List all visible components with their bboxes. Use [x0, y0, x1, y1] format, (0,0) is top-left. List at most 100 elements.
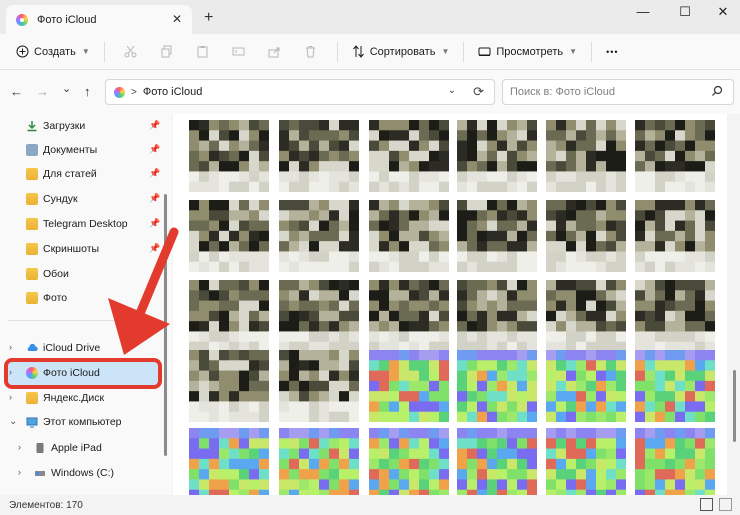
photo-thumbnail[interactable] — [635, 350, 716, 423]
computer-icon — [26, 417, 38, 428]
sidebar-item-for-articles[interactable]: Для статей — [26, 162, 191, 186]
photo-thumbnail[interactable] — [279, 350, 360, 423]
toolbar-divider — [591, 41, 593, 62]
sidebar-item-documents[interactable]: Документы — [26, 138, 191, 162]
folder-icon — [26, 193, 38, 205]
minimize-button[interactable]: — — [628, 4, 658, 19]
new-tab-button[interactable]: + — [204, 9, 213, 27]
photo-thumbnail[interactable] — [369, 200, 450, 273]
photo-thumbnail[interactable] — [189, 280, 270, 353]
sidebar-item-label: Сундук — [43, 193, 78, 205]
photo-thumbnail[interactable] — [635, 120, 716, 193]
drive-icon — [35, 471, 45, 476]
sort-label: Сортировать — [369, 45, 436, 58]
photo-thumbnail[interactable] — [546, 120, 627, 193]
content-scrollbar[interactable] — [733, 370, 736, 442]
tab-close-button[interactable]: ✕ — [172, 12, 182, 26]
sidebar-item-label: iCloud Drive — [43, 342, 101, 354]
photo-thumbnail[interactable] — [369, 120, 450, 193]
photo-thumbnail[interactable] — [369, 280, 450, 353]
share-button[interactable] — [257, 38, 293, 66]
photo-thumbnail[interactable] — [635, 200, 716, 273]
details-view-button[interactable] — [700, 498, 713, 511]
copy-button[interactable] — [149, 38, 185, 66]
toolbar-divider — [103, 41, 105, 62]
photo-thumbnail[interactable] — [546, 428, 627, 495]
sidebar-item-label: Фото — [43, 292, 68, 304]
create-button[interactable]: Создать ▼ — [10, 38, 96, 66]
collapse-chevron-icon[interactable]: ⌄ — [9, 416, 17, 427]
plus-circle-icon — [16, 45, 29, 58]
photo-thumbnail[interactable] — [635, 280, 716, 353]
pin-icon[interactable]: 📌 — [149, 169, 160, 178]
items-count: Элементов: 170 — [9, 499, 83, 511]
rename-button[interactable] — [221, 38, 257, 66]
yandex-disk-icon — [26, 392, 38, 404]
breadcrumb-separator: > — [131, 86, 137, 98]
forward-button[interactable]: → — [36, 84, 49, 99]
photo-thumbnail[interactable] — [189, 200, 270, 273]
download-icon — [27, 121, 37, 132]
view-icon — [478, 47, 491, 56]
cut-button[interactable] — [113, 38, 149, 66]
photo-thumbnail[interactable] — [457, 350, 538, 423]
tiles-view-button[interactable] — [719, 498, 732, 511]
photo-thumbnail[interactable] — [189, 120, 270, 193]
expand-chevron-icon[interactable]: › — [9, 392, 12, 402]
scissors-icon — [124, 45, 137, 58]
delete-button[interactable] — [293, 38, 329, 66]
pin-icon[interactable]: 📌 — [149, 194, 160, 203]
sidebar-scrollbar[interactable] — [164, 194, 167, 456]
sidebar-item-label: Windows (C:) — [51, 467, 115, 479]
photo-thumbnail[interactable] — [546, 350, 627, 423]
pin-icon[interactable]: 📌 — [149, 145, 160, 154]
photo-thumbnail[interactable] — [279, 120, 360, 193]
chevron-down-icon: ▼ — [81, 47, 90, 56]
folder-icon — [26, 268, 38, 280]
maximize-button[interactable]: ☐ — [670, 4, 700, 19]
photo-thumbnail[interactable] — [457, 200, 538, 273]
breadcrumb-item[interactable]: Фото iCloud — [143, 86, 203, 98]
up-button[interactable]: ↑ — [84, 84, 91, 99]
photo-thumbnail[interactable] — [369, 428, 450, 495]
back-button[interactable]: ← — [10, 84, 23, 99]
pin-icon[interactable]: 📌 — [149, 244, 160, 253]
icloud-icon — [27, 343, 38, 351]
recent-locations-button[interactable]: ⌄ — [62, 82, 71, 95]
paste-button[interactable] — [185, 38, 221, 66]
close-button[interactable]: ✕ — [708, 4, 738, 19]
photo-thumbnail[interactable] — [546, 200, 627, 273]
pin-icon[interactable]: 📌 — [149, 121, 160, 130]
photo-thumbnail[interactable] — [369, 350, 450, 423]
sidebar-item-downloads[interactable]: Загрузки — [26, 114, 191, 138]
photo-thumbnail[interactable] — [546, 280, 627, 353]
status-bar: Элементов: 170 — [0, 495, 740, 515]
expand-chevron-icon[interactable]: › — [9, 342, 12, 352]
photo-thumbnail[interactable] — [189, 350, 270, 423]
photo-thumbnail[interactable] — [279, 280, 360, 353]
expand-chevron-icon[interactable]: › — [18, 467, 21, 477]
sidebar-item-label: Для статей — [43, 168, 97, 180]
search-input[interactable]: Поиск в: Фото iCloud — [502, 79, 734, 105]
window-tab[interactable]: Фото iCloud ✕ — [6, 5, 192, 34]
more-options-button[interactable]: ••• — [600, 38, 624, 66]
refresh-icon[interactable]: ⟳ — [473, 84, 484, 100]
photo-thumbnail[interactable] — [189, 428, 270, 495]
photo-thumbnail[interactable] — [457, 120, 538, 193]
photo-thumbnail[interactable] — [635, 428, 716, 495]
photo-thumbnail[interactable] — [279, 428, 360, 495]
rename-icon — [232, 47, 245, 56]
address-dropdown-icon[interactable]: ⌄ — [448, 85, 456, 96]
photo-thumbnail[interactable] — [279, 200, 360, 273]
expand-chevron-icon[interactable]: › — [18, 442, 21, 452]
photo-thumbnail[interactable] — [457, 280, 538, 353]
pin-icon[interactable]: 📌 — [149, 219, 160, 228]
view-button[interactable]: Просмотреть ▼ — [472, 38, 583, 66]
icloud-photos-icon — [16, 13, 28, 26]
address-bar[interactable]: > Фото iCloud ⌄ ⟳ — [105, 79, 495, 105]
ipad-icon — [36, 443, 44, 453]
sidebar-item-apple-ipad[interactable]: Apple iPad — [34, 436, 164, 460]
photo-thumbnail[interactable] — [457, 428, 538, 495]
sidebar-item-windows-c[interactable]: Windows (C:) — [34, 461, 164, 485]
sort-button[interactable]: Сортировать ▼ — [346, 38, 456, 66]
